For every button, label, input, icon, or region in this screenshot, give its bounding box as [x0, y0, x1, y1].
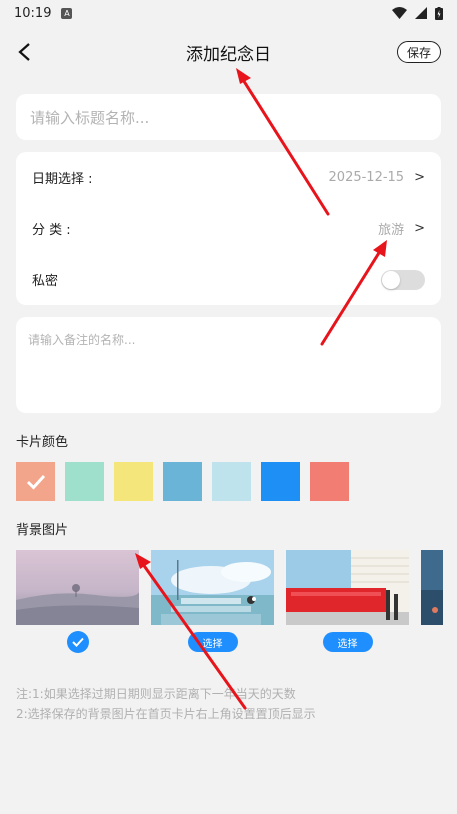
- status-time: 10:19: [14, 5, 52, 21]
- background-option[interactable]: 选择: [286, 550, 409, 660]
- chevron-right-icon: >: [414, 221, 425, 236]
- private-label: 私密: [32, 274, 59, 289]
- card-color-label: 卡片颜色: [16, 435, 69, 450]
- background-option[interactable]: 选择: [151, 550, 274, 660]
- select-background-button[interactable]: 选择: [187, 632, 238, 652]
- back-button[interactable]: [10, 38, 38, 66]
- selected-check-icon[interactable]: [66, 631, 89, 653]
- notification-icon: A: [61, 7, 73, 19]
- color-swatch[interactable]: [212, 462, 251, 501]
- background-option[interactable]: [421, 550, 443, 660]
- save-button[interactable]: 保存: [397, 41, 441, 63]
- date-value: 2025-12-15: [328, 170, 405, 185]
- footnote: 注:1:如果选择过期日期则显示距离下一年当天的天数 2:选择保存的背景图片在首页…: [16, 684, 441, 724]
- battery-icon: [435, 6, 443, 20]
- note-input-placeholder: 请输入备注的名称...: [28, 333, 136, 347]
- background-label: 背景图片: [16, 523, 69, 538]
- private-row: 私密: [32, 254, 425, 305]
- category-row[interactable]: 分 类 : 旅游 >: [32, 203, 425, 254]
- settings-card: 日期选择 : 2025-12-15 > 分 类 : 旅游 > 私密: [16, 152, 441, 305]
- title-input[interactable]: 请输入标题名称...: [16, 94, 441, 140]
- select-background-button[interactable]: 选择: [322, 632, 373, 652]
- background-option[interactable]: [16, 550, 139, 660]
- color-swatch[interactable]: [163, 462, 202, 501]
- chevron-right-icon: >: [414, 170, 425, 185]
- wifi-icon: [392, 7, 407, 19]
- color-swatch[interactable]: [310, 462, 349, 501]
- background-thumbnail: [151, 550, 274, 625]
- color-swatch-list: [16, 462, 441, 501]
- color-swatch[interactable]: [261, 462, 300, 501]
- footnote-line-1: 注:1:如果选择过期日期则显示距离下一年当天的天数: [16, 687, 296, 701]
- footnote-line-2: 2:选择保存的背景图片在首页卡片右上角设置置顶后显示: [16, 707, 316, 721]
- color-swatch[interactable]: [16, 462, 55, 501]
- page-title: 添加纪念日: [186, 44, 271, 65]
- signal-icon: [415, 7, 427, 19]
- date-row[interactable]: 日期选择 : 2025-12-15 >: [32, 152, 425, 203]
- background-thumbnail: [16, 550, 139, 625]
- category-value: 旅游: [378, 223, 405, 238]
- nav-bar: 添加纪念日 保存: [0, 26, 457, 78]
- background-thumbnail: [286, 550, 409, 625]
- color-swatch[interactable]: [65, 462, 104, 501]
- check-icon: [26, 474, 45, 490]
- color-swatch[interactable]: [114, 462, 153, 501]
- private-toggle[interactable]: [381, 269, 425, 290]
- date-label: 日期选择 :: [32, 172, 93, 187]
- background-thumbnail: [421, 550, 443, 625]
- background-list: 选择 选择: [16, 550, 457, 660]
- note-input[interactable]: 请输入备注的名称...: [16, 317, 441, 413]
- title-input-placeholder: 请输入标题名称...: [30, 108, 150, 127]
- chevron-left-icon: [18, 43, 30, 61]
- status-bar: 10:19 A: [0, 0, 457, 26]
- category-label: 分 类 :: [32, 223, 71, 238]
